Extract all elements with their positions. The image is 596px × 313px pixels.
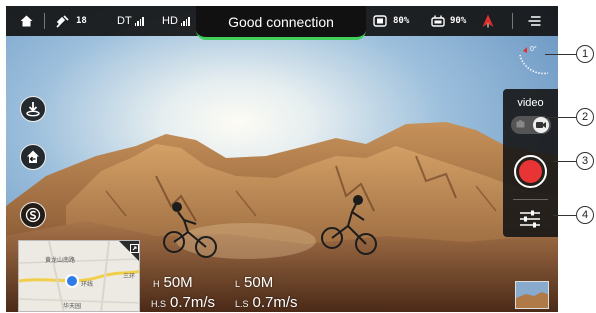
map-road-label-2: 环线 (81, 281, 94, 288)
top-status-bar: 18 DT HD Good connection 80% 90% (6, 6, 558, 40)
panel-divider (513, 199, 548, 200)
callout-2: 2 (576, 108, 594, 126)
horizontal-speed-label: L.S (235, 299, 249, 309)
vertical-speed-readout: H.S 0.7m/s (151, 294, 215, 312)
return-home-icon (27, 150, 39, 163)
media-gallery-thumbnail[interactable] (515, 281, 549, 309)
callout-line-1 (545, 54, 576, 55)
drone-battery: 80% (373, 6, 409, 36)
distance-value: 50M (244, 274, 274, 291)
mini-map[interactable]: 黄龙山南路 环线 三环 华天园 (18, 240, 140, 312)
thumbnail-image (516, 282, 548, 308)
drone-battery-icon (373, 15, 387, 27)
home-point-status[interactable] (482, 6, 494, 36)
satellite-count: 18 (76, 16, 87, 26)
return-home-button[interactable] (20, 144, 46, 170)
takeoff-icon (26, 102, 40, 117)
menu-icon (528, 16, 541, 26)
connection-status: Good connection (196, 6, 366, 40)
distance-label: L (235, 279, 241, 289)
callout-1: 1 (576, 45, 594, 63)
settings-s-icon (25, 207, 41, 223)
callout-line-3 (553, 161, 576, 162)
remote-battery: 90% (431, 6, 466, 36)
home-button[interactable] (20, 6, 33, 36)
record-button[interactable] (514, 155, 547, 188)
hd-signal: HD (162, 6, 190, 36)
drone-battery-value: 80% (393, 16, 410, 26)
callout-3: 3 (576, 152, 594, 170)
smart-mode-button[interactable] (20, 202, 46, 228)
expand-icon[interactable] (130, 244, 139, 253)
signal-icon (134, 16, 144, 26)
photo-video-toggle[interactable] (511, 116, 551, 134)
remote-battery-icon (431, 15, 445, 27)
home-icon (20, 15, 33, 27)
heading-value: 0° (530, 46, 537, 53)
app-screen: 18 DT HD Good connection 80% 90% 0° vide… (6, 6, 558, 312)
map-road-label-1: 黄龙山南路 (45, 257, 76, 264)
takeoff-button[interactable] (20, 96, 46, 122)
horizontal-speed-readout: L.S 0.7m/s (235, 294, 298, 312)
camera-control-panel: video (503, 89, 558, 237)
remote-battery-value: 90% (450, 16, 467, 26)
toggle-knob (533, 117, 549, 133)
dt-signal: DT (117, 6, 144, 36)
distance-readout: L 50M (235, 274, 273, 292)
camera-icon (516, 120, 525, 128)
callout-line-2 (545, 117, 576, 118)
horizontal-speed-value: 0.7m/s (252, 294, 298, 311)
record-dot (519, 160, 542, 183)
map-road-label-3: 三环 (123, 273, 136, 280)
camera-settings-button[interactable] (517, 207, 543, 231)
sliders-icon (520, 210, 540, 228)
mode-label: video (517, 97, 544, 109)
gps-status: 18 (56, 6, 87, 36)
altitude-readout: H 50M (153, 274, 193, 292)
callout-line-4 (553, 215, 576, 216)
menu-button[interactable] (528, 6, 541, 36)
signal-icon (180, 16, 190, 26)
hd-label: HD (162, 15, 178, 27)
connection-text: Good connection (228, 13, 334, 30)
altitude-value: 50M (163, 274, 193, 291)
vertical-speed-value: 0.7m/s (170, 294, 216, 311)
aircraft-location-marker (65, 274, 79, 288)
heading-indicator: 0° (518, 45, 552, 75)
video-icon (536, 122, 546, 128)
satellite-icon (56, 15, 69, 28)
vertical-speed-label: H.S (151, 299, 167, 309)
home-point-icon (482, 14, 494, 28)
altitude-label: H (153, 279, 160, 289)
map-place-label: 华天园 (63, 303, 82, 310)
callout-4: 4 (576, 206, 594, 224)
dt-label: DT (117, 15, 132, 27)
